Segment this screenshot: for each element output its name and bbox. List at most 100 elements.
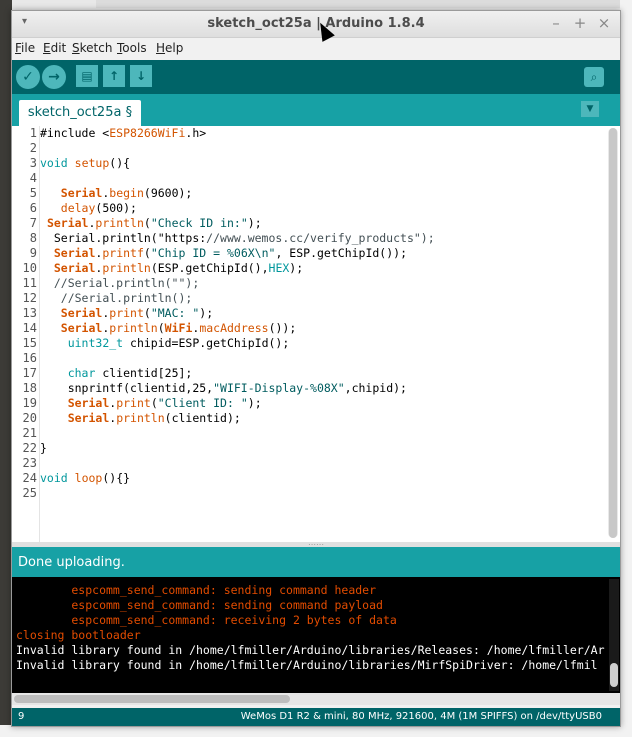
- editor-scrollbar-thumb[interactable]: [609, 128, 617, 538]
- close-button[interactable]: ×: [596, 14, 612, 32]
- menu-edit[interactable]: Edit: [43, 41, 66, 55]
- code-line[interactable]: Serial.printf("Chip ID = %06X\n", ESP.ge…: [40, 246, 606, 261]
- new-sketch-icon[interactable]: ▤: [76, 65, 98, 87]
- line-number: 11: [22, 276, 37, 290]
- line-number: 6: [29, 201, 37, 215]
- console-line: closing bootloader: [16, 628, 141, 642]
- menu-help[interactable]: Help: [156, 41, 183, 55]
- footer-bar: 9 WeMos D1 R2 & mini, 80 MHz, 921600, 4M…: [12, 708, 620, 726]
- line-number: 13: [22, 306, 37, 320]
- minimize-button[interactable]: –: [548, 14, 564, 32]
- code-line[interactable]: Serial.println("Check ID in:");: [40, 216, 606, 231]
- desktop-background-right: [620, 0, 632, 737]
- status-bar: Done uploading.: [12, 547, 620, 577]
- code-line[interactable]: Serial.begin(9600);: [40, 186, 606, 201]
- menu-edit-label: dit: [50, 41, 67, 55]
- desktop-background-top: [96, 0, 632, 8]
- code-line[interactable]: Serial.println(clientid);: [40, 411, 606, 426]
- line-number: 12: [22, 291, 37, 305]
- console-line: Invalid library found in /home/lfmiller/…: [16, 643, 605, 657]
- code-line[interactable]: [40, 426, 606, 441]
- code-line[interactable]: Serial.println("https://www.wemos.cc/ver…: [40, 231, 606, 246]
- line-number: 22: [22, 441, 37, 455]
- menu-file[interactable]: File: [15, 41, 35, 55]
- code-line[interactable]: char clientid[25];: [40, 366, 606, 381]
- code-line[interactable]: }: [40, 441, 606, 456]
- line-number: 18: [22, 381, 37, 395]
- code-line[interactable]: void setup(){: [40, 156, 606, 171]
- code-line[interactable]: uint32_t chipid=ESP.getChipId();: [40, 336, 606, 351]
- code-line[interactable]: [40, 486, 606, 501]
- line-number: 20: [22, 411, 37, 425]
- upload-icon[interactable]: →: [42, 65, 66, 89]
- tab-menu-chevron-icon[interactable]: ▼: [581, 101, 599, 117]
- menu-help-mnemonic: H: [156, 41, 166, 55]
- maximize-button[interactable]: +: [572, 14, 588, 32]
- line-number-gutter: 1 2 3 4 5 6 7 8 9 10 11 12 13 14 15 16 17 18 19 20 21 22 23 24 2…: [12, 126, 40, 542]
- code-line[interactable]: [40, 351, 606, 366]
- code-line[interactable]: #include <ESP8266WiFi.h>: [40, 126, 606, 141]
- line-number: 15: [22, 336, 37, 350]
- line-number: 23: [22, 456, 37, 470]
- line-number: 2: [29, 141, 37, 155]
- code-line[interactable]: Serial.println(WiFi.macAddress());: [40, 321, 606, 336]
- cursor-line-number: 9: [18, 711, 25, 722]
- line-number: 4: [29, 171, 37, 185]
- console-vertical-scrollbar[interactable]: [609, 579, 619, 691]
- code-line[interactable]: Serial.println(ESP.getChipId(),HEX);: [40, 261, 606, 276]
- toolbar: ✓ → ▤ ↑ ↓ ⌕: [12, 60, 620, 94]
- line-number: 3: [29, 156, 37, 170]
- code-line[interactable]: [40, 141, 606, 156]
- code-line[interactable]: snprintf(clientid,25,"WIFI-Display-%08X"…: [40, 381, 606, 396]
- console-hscroll-thumb[interactable]: [14, 695, 290, 703]
- status-message: Done uploading.: [18, 555, 125, 570]
- code-line[interactable]: Serial.print("Client ID: ");: [40, 396, 606, 411]
- save-sketch-icon[interactable]: ↓: [130, 65, 152, 87]
- line-number: 14: [22, 321, 37, 335]
- console-line: espcomm_send_command: sending command pa…: [16, 598, 383, 612]
- line-number: 25: [22, 486, 37, 500]
- line-number: 8: [29, 231, 37, 245]
- line-number: 9: [29, 246, 37, 260]
- output-console[interactable]: espcomm_send_command: sending command he…: [12, 577, 620, 693]
- menu-help-label: elp: [165, 41, 184, 55]
- console-scrollbar-thumb[interactable]: [610, 663, 618, 687]
- code-line[interactable]: void loop(){}: [40, 471, 606, 486]
- code-line[interactable]: [40, 171, 606, 186]
- code-line[interactable]: //Serial.println();: [40, 291, 606, 306]
- menu-sketch[interactable]: Sketch: [72, 41, 112, 55]
- open-sketch-icon[interactable]: ↑: [103, 65, 125, 87]
- verify-icon[interactable]: ✓: [16, 65, 40, 89]
- code-line[interactable]: delay(500);: [40, 201, 606, 216]
- code-line[interactable]: Serial.print("MAC: ");: [40, 306, 606, 321]
- tab-sketch[interactable]: sketch_oct25a §: [19, 100, 141, 126]
- console-horizontal-scrollbar[interactable]: [12, 693, 620, 705]
- console-lines: espcomm_send_command: sending command he…: [16, 583, 606, 673]
- arduino-ide-window: ▾ sketch_oct25a | Arduino 1.8.4 – + × Fi…: [11, 10, 621, 727]
- menu-edit-mnemonic: E: [43, 41, 51, 55]
- board-info: WeMos D1 R2 & mini, 80 MHz, 921600, 4M (…: [240, 711, 602, 722]
- line-number: 1: [29, 126, 37, 140]
- menu-tools-label: ools: [122, 41, 147, 55]
- line-number: 5: [29, 186, 37, 200]
- line-number: 17: [22, 366, 37, 380]
- code-line[interactable]: [40, 456, 606, 471]
- menu-bar: File Edit Sketch Tools Help: [12, 38, 620, 60]
- code-line[interactable]: //Serial.println("");: [40, 276, 606, 291]
- serial-monitor-icon[interactable]: ⌕: [584, 67, 604, 87]
- line-number: 24: [22, 471, 37, 485]
- console-line: espcomm_send_command: sending command he…: [16, 583, 377, 597]
- line-number: 7: [29, 216, 37, 230]
- line-number: 16: [22, 351, 37, 365]
- console-line: espcomm_send_command: receiving 2 bytes …: [16, 613, 397, 627]
- code-text-area[interactable]: #include <ESP8266WiFi.h> void setup(){ Se…: [40, 126, 606, 542]
- editor-vertical-scrollbar[interactable]: [608, 128, 618, 538]
- console-line: Invalid library found in /home/lfmiller/…: [16, 658, 598, 672]
- line-number: 21: [22, 426, 37, 440]
- menu-tools[interactable]: Tools: [117, 41, 147, 55]
- line-number: 19: [22, 396, 37, 410]
- code-editor[interactable]: 1 2 3 4 5 6 7 8 9 10 11 12 13 14 15 16 17 18 19 20 21 22 23 24 2…: [12, 126, 620, 542]
- menu-sketch-label: ketch: [79, 41, 113, 55]
- menu-sketch-mnemonic: S: [72, 41, 80, 55]
- tab-bar: sketch_oct25a § ▼: [12, 94, 620, 126]
